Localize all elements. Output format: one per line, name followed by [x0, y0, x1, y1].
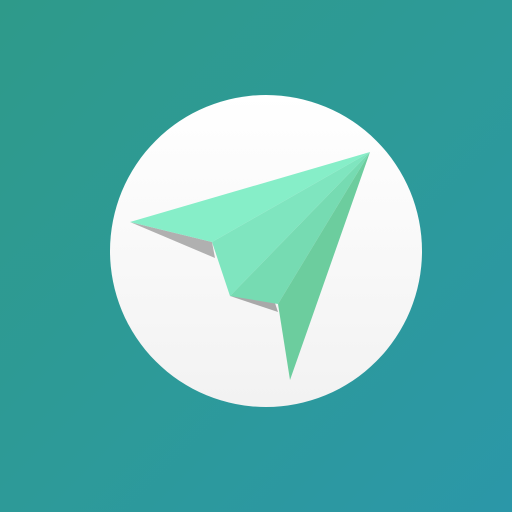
app-icon[interactable] [0, 0, 512, 512]
paper-plane-icon [130, 152, 370, 380]
